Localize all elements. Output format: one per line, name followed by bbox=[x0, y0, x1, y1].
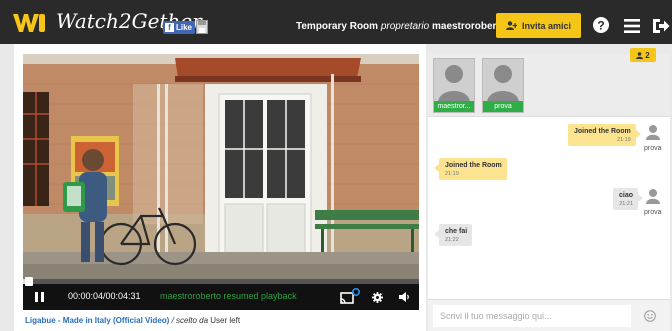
exit-room-icon[interactable] bbox=[652, 18, 670, 34]
facebook-like-button[interactable]: f Like bbox=[163, 21, 196, 34]
user-icon bbox=[636, 51, 644, 59]
message-time: 21:19 bbox=[617, 137, 631, 143]
chat-avatar-icon bbox=[646, 189, 660, 204]
chat-message-input[interactable] bbox=[433, 305, 631, 327]
watch2gether-logo-icon bbox=[13, 14, 45, 32]
user-card[interactable]: prova bbox=[482, 58, 524, 113]
player-controls: 00:00:04/00:04:31 maestroroberto resumed… bbox=[23, 277, 419, 310]
chat-username: prova bbox=[644, 209, 662, 216]
chat-message: Joined the Room 21:19 bbox=[568, 124, 641, 146]
video-frame bbox=[23, 54, 419, 284]
message-text: Joined the Room bbox=[445, 162, 502, 169]
chosen-by-user: User left bbox=[210, 316, 241, 325]
message-text: che fai bbox=[445, 228, 468, 235]
avatar-icon bbox=[434, 59, 474, 103]
invite-label: Invita amici bbox=[521, 20, 572, 31]
playback-time: 00:00:04/00:04:31 bbox=[68, 291, 141, 301]
message-time: 21:19 bbox=[445, 171, 459, 177]
owner-prefix: propretario bbox=[380, 21, 430, 32]
playback-status: maestroroberto resumed playback bbox=[160, 291, 297, 301]
emoji-icon[interactable] bbox=[644, 310, 656, 322]
video-caption: Ligabue - Made in Italy (Official Video)… bbox=[25, 316, 240, 325]
facebook-like-label: Like bbox=[176, 23, 193, 32]
svg-text:?: ? bbox=[597, 19, 604, 33]
message-text: ciao bbox=[619, 192, 634, 199]
chat-username: prova bbox=[644, 145, 662, 152]
chosen-by-prefix: / scelto da bbox=[171, 316, 209, 325]
save-room-icon[interactable] bbox=[196, 20, 208, 34]
user-name: prova bbox=[483, 101, 523, 112]
video-player[interactable] bbox=[23, 54, 419, 284]
seek-bar-handle[interactable] bbox=[24, 277, 33, 286]
facebook-icon: f bbox=[165, 23, 174, 32]
seek-bar[interactable] bbox=[23, 277, 419, 286]
volume-icon[interactable] bbox=[399, 292, 411, 302]
hamburger-menu-icon[interactable] bbox=[624, 19, 640, 33]
message-text: Joined the Room bbox=[574, 128, 631, 135]
user-card[interactable]: maestror... bbox=[433, 58, 475, 113]
help-icon[interactable]: ? bbox=[593, 17, 609, 33]
room-owner: maestroroberto bbox=[431, 21, 506, 32]
user-count-badge: 2 bbox=[630, 48, 656, 62]
pause-icon[interactable] bbox=[35, 292, 44, 302]
chat-message: Joined the Room 21:19 bbox=[434, 158, 507, 180]
top-bar: Watch2Gether f Like Temporary Room propr… bbox=[0, 0, 672, 44]
invite-friends-button[interactable]: Invita amici bbox=[496, 13, 581, 38]
add-user-icon bbox=[505, 21, 517, 30]
message-time: 21:22 bbox=[445, 237, 459, 243]
chat-avatar-icon bbox=[646, 125, 660, 140]
message-time: 21:21 bbox=[619, 201, 634, 207]
user-count: 2 bbox=[645, 50, 650, 60]
video-title-link[interactable]: Ligabue - Made in Italy (Official Video) bbox=[25, 316, 169, 325]
cast-icon[interactable] bbox=[340, 288, 360, 306]
user-name: maestror... bbox=[434, 101, 474, 112]
chat-input-bar bbox=[428, 299, 670, 331]
room-title: Temporary Room propretario maestrorobert… bbox=[296, 21, 506, 32]
chat-message: che fai 21:22 bbox=[434, 224, 473, 246]
chat-message: ciao 21:21 bbox=[613, 188, 644, 210]
avatar-icon bbox=[483, 59, 523, 103]
gear-icon[interactable] bbox=[372, 292, 383, 303]
room-name: Temporary Room bbox=[296, 21, 379, 32]
